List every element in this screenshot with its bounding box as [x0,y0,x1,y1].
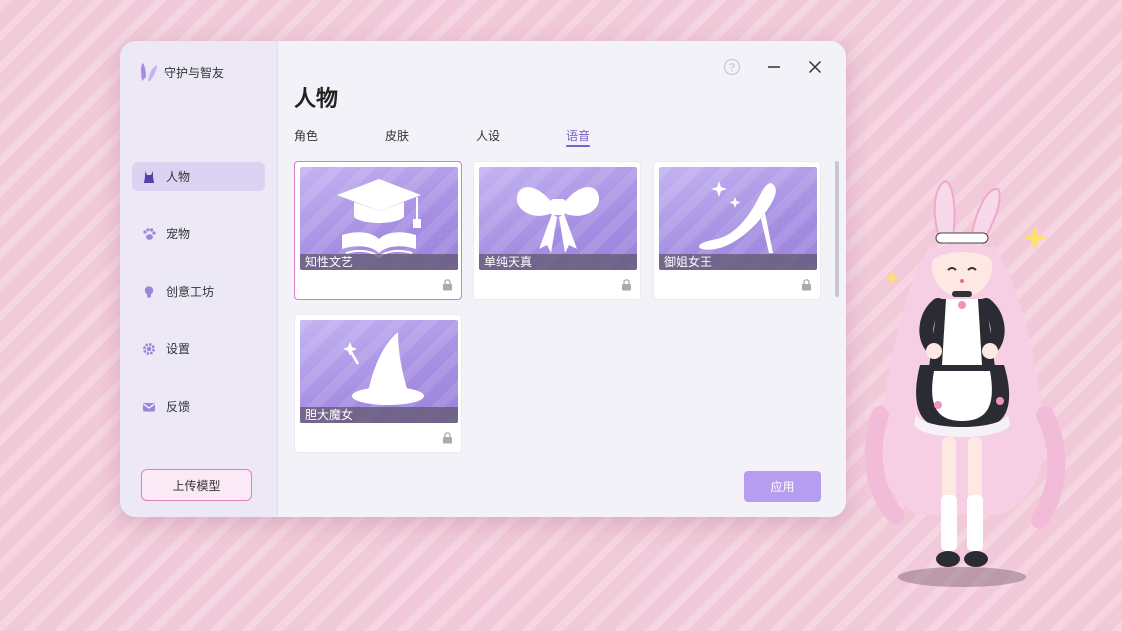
minimize-icon[interactable] [764,57,784,77]
card-label: 知性文艺 [300,254,458,270]
card-label: 胆大魔女 [300,407,458,423]
main-panel: 人物 角色 皮肤 人设 语音 知性文艺 单纯天真 御姐女王 胆大魔女 应用 [278,41,846,517]
card-image: 知性文艺 [300,167,458,270]
card-image: 胆大魔女 [300,320,458,423]
lock-icon [802,279,811,291]
sidebar-item-label: 人物 [166,170,191,184]
tab-role[interactable]: 角色 [294,127,318,144]
lock-icon [443,432,452,444]
tab-persona[interactable]: 人设 [476,127,500,144]
sidebar-item-label: 宠物 [166,227,191,241]
card-image: 御姐女王 [659,167,817,270]
active-tab-indicator [566,145,590,147]
mascot-character-image [864,179,1066,587]
sidebar-item-pet[interactable]: 宠物 [132,219,265,248]
sidebar: 守护与智友 人物 宠物 创意工坊 设置 反馈 上传模型 [120,41,278,517]
bunny-logo-icon [141,63,157,81]
voice-card-intellectual[interactable]: 知性文艺 [294,161,462,300]
upload-model-button[interactable]: 上传模型 [141,469,252,501]
sidebar-item-label: 设置 [166,342,191,356]
lock-icon [622,279,631,291]
voice-card-witch[interactable]: 胆大魔女 [294,314,462,453]
brand: 守护与智友 [138,61,224,83]
paw-icon [140,225,158,243]
sidebar-item-label: 创意工坊 [166,285,215,299]
sidebar-item-feedback[interactable]: 反馈 [132,392,265,421]
gear-icon [140,340,158,358]
card-image: 单纯天真 [479,167,637,270]
sidebar-item-label: 反馈 [166,400,191,414]
sidebar-item-workshop[interactable]: 创意工坊 [132,277,265,306]
voice-card-innocent[interactable]: 单纯天真 [473,161,641,300]
lightbulb-icon [140,283,158,301]
sidebar-item-character[interactable]: 人物 [132,162,265,191]
mail-icon [140,398,158,416]
lock-icon [443,279,452,291]
help-icon[interactable] [722,57,742,77]
voice-card-queen[interactable]: 御姐女王 [653,161,821,300]
scrollbar[interactable] [835,161,839,297]
apply-button[interactable]: 应用 [744,471,821,502]
app-name: 守护与智友 [164,65,225,80]
tab-skin[interactable]: 皮肤 [385,127,409,144]
card-label: 御姐女王 [659,254,817,270]
close-icon[interactable] [805,57,825,77]
card-label: 单纯天真 [479,254,637,270]
character-icon [140,168,158,186]
page-title: 人物 [294,87,339,112]
tab-voice[interactable]: 语音 [566,127,590,144]
app-window: 守护与智友 人物 宠物 创意工坊 设置 反馈 上传模型 人物 角色 皮肤 人设 … [120,41,846,517]
sidebar-item-settings[interactable]: 设置 [132,334,265,363]
